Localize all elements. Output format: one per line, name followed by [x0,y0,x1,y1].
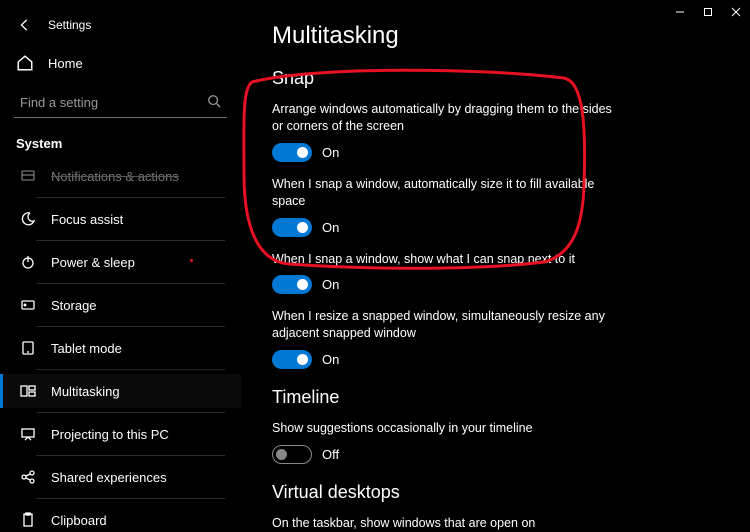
sidebar-item-projecting[interactable]: Projecting to this PC [0,417,241,451]
sidebar-nav: Notifications & actions Focus assist Pow… [0,159,241,532]
sidebar-item-shared-experiences[interactable]: Shared experiences [0,460,241,494]
nav-divider [36,455,225,456]
minimize-button[interactable] [666,0,694,24]
setting-label: On the taskbar, show windows that are op… [272,515,612,532]
section-title-vdesktops: Virtual desktops [272,482,720,503]
moon-icon [19,211,37,227]
nav-divider [36,498,225,499]
sidebar-item-notifications[interactable]: Notifications & actions [0,159,241,193]
sidebar-item-storage[interactable]: Storage [0,288,241,322]
nav-divider [36,197,225,198]
sidebar-home[interactable]: Home [0,44,241,82]
nav-divider [36,412,225,413]
back-button[interactable] [14,14,36,36]
section-title-snap: Snap [272,68,720,89]
shared-icon [19,469,37,485]
sidebar-item-power-sleep[interactable]: Power & sleep [0,245,241,279]
nav-divider [36,283,225,284]
notifications-icon [19,168,37,184]
toggle-state: On [322,220,339,235]
annotation-dot [190,259,193,262]
sidebar-item-tablet-mode[interactable]: Tablet mode [0,331,241,365]
storage-icon [19,297,37,313]
nav-divider [36,369,225,370]
toggle-timeline-suggestions[interactable] [272,445,312,464]
nav-label: Storage [51,298,97,313]
tablet-icon [19,340,37,356]
setting-label: When I snap a window, show what I can sn… [272,251,612,268]
nav-divider [36,240,225,241]
close-button[interactable] [722,0,750,24]
section-title-timeline: Timeline [272,387,720,408]
search-input[interactable] [14,88,227,118]
nav-label: Tablet mode [51,341,122,356]
toggle-snap-assist[interactable] [272,275,312,294]
power-icon [19,254,37,270]
sidebar: Settings Home System Notifications & [0,0,242,532]
toggle-snap-resize[interactable] [272,350,312,369]
nav-label: Multitasking [51,384,120,399]
nav-divider [36,326,225,327]
nav-label: Shared experiences [51,470,167,485]
maximize-button[interactable] [694,0,722,24]
toggle-snap-fill[interactable] [272,218,312,237]
nav-label: Power & sleep [51,255,135,270]
home-label: Home [48,56,83,71]
nav-label: Projecting to this PC [51,427,169,442]
section-label: System [0,128,241,159]
search-icon [207,94,221,113]
setting-label: Show suggestions occasionally in your ti… [272,420,612,437]
sidebar-item-focus-assist[interactable]: Focus assist [0,202,241,236]
home-icon [16,54,34,72]
clipboard-icon [19,512,37,528]
toggle-state: On [322,145,339,160]
sidebar-item-multitasking[interactable]: Multitasking [0,374,241,408]
projecting-icon [19,426,37,442]
sidebar-item-clipboard[interactable]: Clipboard [0,503,241,532]
toggle-state: On [322,352,339,367]
toggle-snap-arrange[interactable] [272,143,312,162]
main-content: Multitasking Snap Arrange windows automa… [242,0,750,532]
toggle-state: On [322,277,339,292]
nav-label: Notifications & actions [51,169,179,184]
setting-label: Arrange windows automatically by draggin… [272,101,612,135]
page-title: Multitasking [272,22,720,50]
nav-label: Focus assist [51,212,123,227]
annotation-circle [242,64,594,274]
multitasking-icon [19,383,37,399]
toggle-state: Off [322,447,339,462]
setting-label: When I resize a snapped window, simultan… [272,308,612,342]
app-title: Settings [48,18,91,32]
nav-label: Clipboard [51,513,107,528]
setting-label: When I snap a window, automatically size… [272,176,612,210]
